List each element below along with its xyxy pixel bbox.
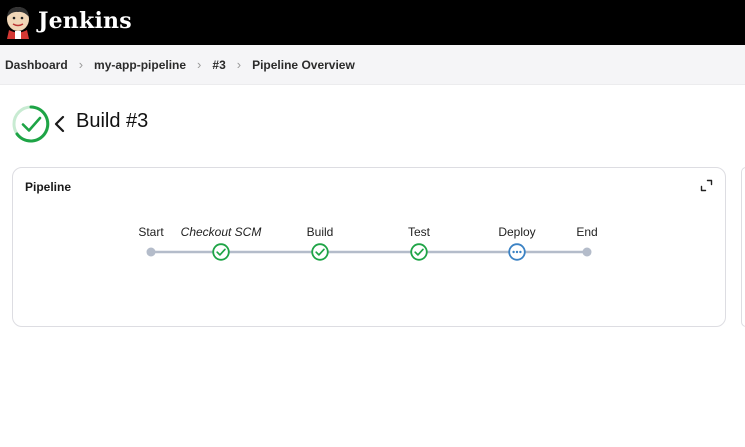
stage-label[interactable]: Checkout SCM <box>181 225 262 239</box>
chevron-left-icon[interactable] <box>53 113 67 135</box>
top-header: Jenkins <box>0 0 745 45</box>
breadcrumb-job[interactable]: my-app-pipeline <box>94 58 186 72</box>
breadcrumb: Dashboard › my-app-pipeline › #3 › Pipel… <box>5 45 355 84</box>
stage-success-icon[interactable] <box>311 243 329 261</box>
page-title: Build #3 <box>76 110 149 132</box>
check-circle-icon <box>12 105 50 143</box>
side-card-edge <box>741 167 745 327</box>
stage-label[interactable]: Start <box>138 225 163 239</box>
end-node <box>582 247 592 257</box>
stage-label[interactable]: End <box>576 225 597 239</box>
jenkins-logo-icon[interactable] <box>4 6 32 39</box>
breadcrumb-dashboard[interactable]: Dashboard <box>5 58 68 72</box>
stage-success-icon[interactable] <box>410 243 428 261</box>
stage-label[interactable]: Build <box>307 225 334 239</box>
breadcrumb-current[interactable]: Pipeline Overview <box>252 58 355 72</box>
stage-label[interactable]: Deploy <box>498 225 535 239</box>
expand-icon[interactable] <box>700 179 713 192</box>
chevron-right-icon: › <box>78 57 84 72</box>
card-title: Pipeline <box>25 180 72 194</box>
brand-name[interactable]: Jenkins <box>38 8 132 34</box>
breadcrumb-build[interactable]: #3 <box>212 58 225 72</box>
breadcrumb-bar: Dashboard › my-app-pipeline › #3 › Pipel… <box>0 45 745 85</box>
stage-label[interactable]: Test <box>408 225 430 239</box>
chevron-right-icon: › <box>197 57 202 72</box>
chevron-right-icon: › <box>236 57 242 72</box>
start-node <box>146 247 156 257</box>
stage-success-icon[interactable] <box>212 243 230 261</box>
pipeline-card: Pipeline <box>12 167 726 327</box>
stage-running-icon[interactable] <box>508 243 526 261</box>
